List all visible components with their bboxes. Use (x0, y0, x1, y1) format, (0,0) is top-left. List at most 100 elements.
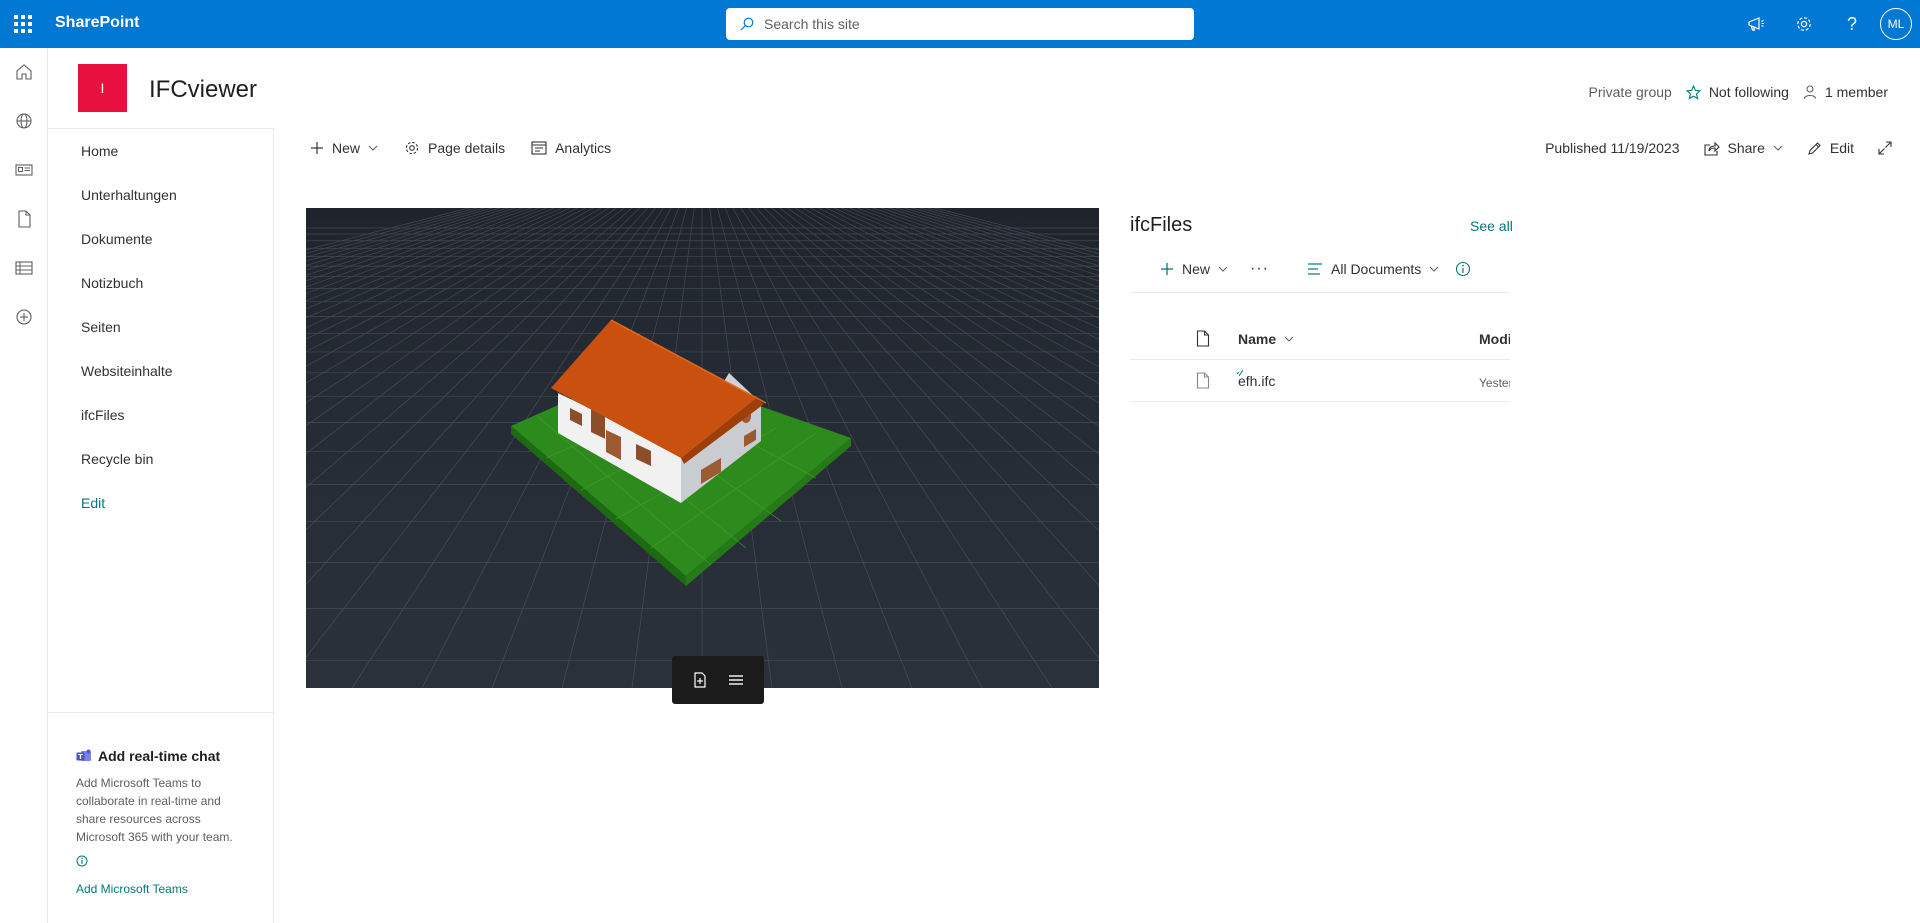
appbar-lists[interactable] (0, 244, 48, 292)
model-tree-button[interactable] (722, 666, 750, 694)
follow-label: Not following (1708, 84, 1789, 100)
published-status: Published 11/19/2023 (1545, 140, 1680, 156)
modified-cell: Yester (1479, 376, 1510, 390)
file-type-header[interactable] (1196, 330, 1210, 352)
help-button[interactable]: ? (1828, 0, 1876, 48)
suite-bar: SharePoint Search this site ? ML (0, 0, 1920, 48)
appbar-create[interactable] (0, 293, 48, 341)
add-teams-link[interactable]: Add Microsoft Teams (76, 882, 245, 896)
load-file-button[interactable] (686, 666, 714, 694)
name-column-label: Name (1238, 331, 1277, 347)
appbar-sites[interactable] (0, 97, 48, 145)
document-icon (1196, 330, 1210, 347)
document-icon (1196, 372, 1210, 389)
nav-item-recycle-bin[interactable]: Recycle bin (81, 451, 153, 467)
members-label: 1 member (1824, 84, 1888, 100)
edit-label: Edit (1829, 140, 1854, 156)
nav-item-notizbuch[interactable]: Notizbuch (81, 275, 143, 291)
search-placeholder: Search this site (764, 16, 860, 32)
gear-icon (405, 141, 419, 155)
edit-page-button[interactable]: Edit (1807, 140, 1854, 156)
star-icon (1685, 84, 1701, 100)
page-command-bar: New Page details Analytics (310, 140, 611, 156)
more-icon: ··· (1250, 260, 1269, 277)
news-icon (15, 164, 33, 176)
chat-description: Add Microsoft Teams to collaborate in re… (76, 776, 233, 844)
site-title[interactable]: IFCviewer (149, 76, 257, 104)
privacy-label: Private group (1588, 84, 1672, 100)
account-avatar[interactable]: ML (1880, 8, 1912, 40)
site-meta: Private group Not following 1 member (1589, 84, 1888, 100)
app-bar (0, 48, 48, 923)
plus-icon (1161, 263, 1173, 275)
left-navigation: Home Unterhaltungen Dokumente Notizbuch … (48, 128, 274, 923)
appbar-news[interactable] (0, 146, 48, 194)
nav-item-unterhaltungen[interactable]: Unterhaltungen (81, 187, 177, 203)
more-button[interactable]: ··· (1250, 260, 1269, 278)
site-logo[interactable]: I (78, 64, 127, 112)
follow-button[interactable]: Not following (1685, 84, 1789, 100)
nav-item-home[interactable]: Home (81, 143, 118, 159)
teams-chat-card: T Add real-time chat Add Microsoft Teams… (48, 712, 273, 896)
analytics-button[interactable]: Analytics (531, 140, 611, 156)
list-header-row: Name Modi (1130, 318, 1510, 360)
analytics-icon (531, 141, 547, 155)
app-launcher-button[interactable] (0, 0, 46, 48)
view-label: All Documents (1331, 261, 1422, 277)
gear-icon (1797, 17, 1811, 31)
ifc-3d-viewer[interactable] (306, 208, 1099, 688)
pencil-icon (1808, 141, 1821, 155)
modified-column-header[interactable]: Modi (1479, 331, 1510, 347)
library-new-button[interactable]: New (1160, 261, 1228, 277)
globe-icon (16, 113, 32, 129)
appbar-home[interactable] (0, 48, 48, 96)
brand-link[interactable]: SharePoint (55, 14, 139, 32)
add-circle-icon (16, 309, 32, 325)
megaphone-icon (1748, 17, 1764, 31)
share-button[interactable]: Share (1703, 140, 1783, 156)
question-icon: ? (1846, 13, 1857, 34)
expand-button[interactable] (1878, 141, 1892, 155)
new-button[interactable]: New (310, 140, 378, 156)
nav-item-dokumente[interactable]: Dokumente (81, 231, 153, 247)
name-column-header[interactable]: Name (1238, 331, 1294, 347)
search-box[interactable]: Search this site (726, 8, 1194, 40)
file-icon-cell (1196, 372, 1210, 394)
nav-edit-link[interactable]: Edit (81, 495, 105, 511)
search-icon (740, 17, 754, 31)
new-item-icon (1236, 369, 1244, 377)
list-icon (15, 261, 33, 275)
list-icon (729, 675, 743, 685)
settings-button[interactable] (1780, 0, 1828, 48)
analytics-label: Analytics (555, 140, 612, 156)
page-details-button[interactable]: Page details (404, 140, 505, 156)
library-title[interactable]: ifcFiles (1130, 214, 1192, 237)
feedback-button[interactable] (1732, 0, 1780, 48)
nav-item-ifcfiles[interactable]: ifcFiles (81, 407, 125, 423)
viewer-toolbar (672, 656, 764, 704)
waffle-icon (14, 15, 32, 33)
3d-scene (306, 208, 1099, 688)
chat-title: Add real-time chat (98, 748, 221, 764)
members-button[interactable]: 1 member (1803, 84, 1888, 100)
table-row[interactable]: efh.ifc Yester (1130, 360, 1510, 402)
appbar-files[interactable] (0, 195, 48, 243)
chevron-down-icon (1218, 266, 1228, 272)
info-icon (1456, 261, 1471, 277)
chevron-down-icon (1773, 145, 1783, 151)
library-command-bar: New ··· All Documents (1160, 260, 1471, 278)
home-icon (16, 64, 32, 80)
plus-icon (311, 142, 323, 154)
info-button[interactable] (76, 854, 245, 872)
see-all-link[interactable]: See all (1470, 218, 1513, 234)
chevron-down-icon (1284, 336, 1294, 342)
nav-item-websiteinhalte[interactable]: Websiteinhalte (81, 363, 173, 379)
view-switcher[interactable]: All Documents (1307, 261, 1439, 277)
nav-item-seiten[interactable]: Seiten (81, 319, 121, 335)
library-info-button[interactable] (1455, 261, 1471, 277)
document-list: Name Modi efh.ifc Yester (1130, 318, 1510, 402)
page-details-label: Page details (428, 140, 506, 156)
file-name-cell[interactable]: efh.ifc (1236, 369, 1275, 389)
library-new-label: New (1182, 261, 1211, 277)
expand-icon (1878, 141, 1892, 155)
